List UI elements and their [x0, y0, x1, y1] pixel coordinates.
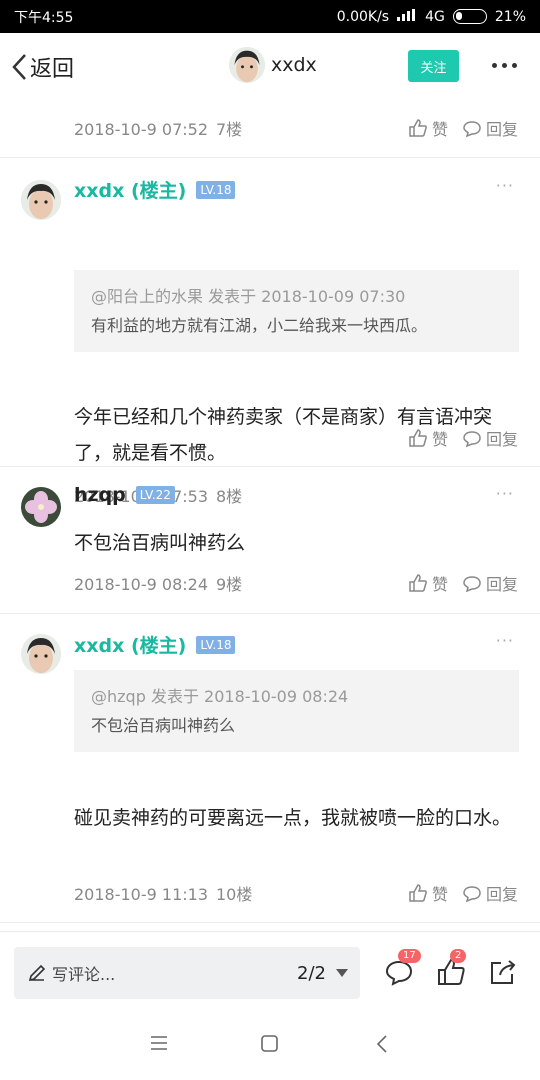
menu-icon[interactable]: [150, 1035, 168, 1055]
comment-input[interactable]: 写评论... 2/2: [14, 947, 360, 999]
level-badge: LV.22: [135, 486, 175, 504]
post-meta: 2018-10-9 11:13 10楼: [74, 881, 252, 905]
post-header: xxdx (楼主) LV.18: [74, 631, 236, 658]
reply-label: 回复: [485, 885, 518, 904]
network-type: 4G: [425, 8, 445, 25]
reply-label: 回复: [485, 430, 518, 449]
comment-icon: [463, 886, 481, 903]
reply-label: 回复: [485, 575, 518, 594]
status-icons: 0.00K/s 4G 21%: [336, 8, 526, 25]
post-actions: 赞 回复: [408, 426, 518, 450]
thumbs-up-icon: [409, 119, 427, 137]
level-badge: LV.18: [196, 180, 236, 199]
back-button[interactable]: 返回: [0, 51, 74, 83]
thumbs-up-icon: [409, 429, 427, 447]
post-actions: 赞 回复: [408, 881, 518, 905]
post-header: hzqp LV.22: [74, 484, 175, 506]
post-body: 碰见卖神药的可要离远一点，我就被喷一脸的口水。: [74, 807, 512, 829]
post-floor: 10楼: [216, 885, 253, 904]
reply-label: 回复: [485, 120, 518, 139]
thumbs-up-icon: [409, 574, 427, 592]
post-author[interactable]: hzqp: [74, 484, 126, 506]
post-date: 2018-10-9 11:13: [74, 885, 208, 904]
like-label: 赞: [431, 430, 448, 449]
reply-button[interactable]: 回复: [462, 116, 518, 140]
pencil-icon: [28, 964, 46, 982]
comment-icon: [463, 121, 481, 138]
post-more-icon[interactable]: ···: [496, 176, 514, 195]
user-avatar: [229, 47, 265, 83]
post-more-icon[interactable]: ···: [496, 484, 514, 503]
net-speed: 0.00K/s: [336, 8, 390, 25]
follow-button[interactable]: 关注: [408, 50, 459, 82]
nav-bar: 返回 xxdx 关注: [0, 33, 540, 101]
post-avatar[interactable]: [21, 487, 61, 527]
nav-user[interactable]: xxdx: [229, 47, 317, 83]
post-author[interactable]: xxdx (楼主): [74, 631, 186, 658]
reply-button[interactable]: 回复: [462, 426, 518, 450]
post-avatar[interactable]: [21, 180, 61, 220]
share-icon: [491, 960, 516, 984]
back-nav-icon[interactable]: [376, 1035, 388, 1057]
level-badge: LV.18: [196, 635, 236, 654]
like-label: 赞: [431, 885, 448, 904]
like-label: 赞: [431, 120, 448, 139]
quote-body: 不包治百病叫神药么: [91, 716, 236, 735]
status-bar: 下午4:55 0.00K/s 4G 21%: [0, 0, 540, 33]
quote-block: @hzqp 发表于 2018-10-09 08:24 不包治百病叫神药么: [74, 670, 519, 752]
like-button[interactable]: 赞: [408, 881, 448, 905]
post-floor-9: hzqp LV.22 ··· 不包治百病叫神药么 2018-10-9 08:24…: [0, 467, 540, 614]
battery-icon: [452, 9, 487, 24]
post-body: 不包治百病叫神药么: [74, 532, 246, 554]
post-floor-8: xxdx (楼主) LV.18 ··· @阳台上的水果 发表于 2018-10-…: [0, 158, 540, 506]
like-button[interactable]: 赞: [408, 426, 448, 450]
post-author[interactable]: xxdx (楼主): [74, 176, 186, 203]
quote-block: @阳台上的水果 发表于 2018-10-09 07:30 有利益的地方就有江湖，…: [74, 270, 519, 352]
post-date: 2018-10-9 07:52: [74, 120, 208, 139]
comment-icon: [463, 431, 481, 448]
more-icon[interactable]: [492, 63, 517, 68]
floor-7-footer: 2018-10-9 07:52 7楼 赞 回复: [0, 101, 540, 158]
post-date: 2018-10-9 08:24: [74, 575, 208, 594]
back-label: 返回: [30, 57, 75, 82]
like-count-badge: 2: [450, 949, 467, 963]
caret-down-icon[interactable]: [336, 969, 348, 977]
post-meta: 2018-10-9 08:24 9楼: [74, 571, 242, 595]
post-header: xxdx (楼主) LV.18: [74, 176, 236, 203]
post-floor: 9楼: [216, 575, 243, 594]
post-floor-10: xxdx (楼主) LV.18 ··· @hzqp 发表于 2018-10-09…: [0, 614, 540, 923]
quote-body: 有利益的地方就有江湖，小二给我来一块西瓜。: [91, 316, 428, 335]
reply-button[interactable]: 回复: [462, 571, 518, 595]
quote-header: @hzqp 发表于 2018-10-09 08:24: [91, 687, 349, 706]
post-list: 2018-10-9 07:52 7楼 赞 回复 xxdx (楼主) LV.18 ·…: [0, 101, 540, 931]
system-nav-bar: [0, 1011, 540, 1080]
post-meta: 2018-10-9 07:52 7楼: [74, 116, 242, 140]
bottom-bar: 写评论... 2/2 17 2: [0, 931, 540, 1011]
like-post-button[interactable]: 2: [436, 949, 467, 987]
chevron-left-icon: [12, 54, 26, 80]
post-more-icon[interactable]: ···: [496, 631, 514, 650]
clock: 下午4:55: [14, 9, 74, 26]
like-label: 赞: [431, 575, 448, 594]
page-indicator[interactable]: 2/2: [297, 963, 326, 984]
quote-header: @阳台上的水果 发表于 2018-10-09 07:30: [91, 287, 406, 306]
post-actions: 赞 回复: [408, 571, 518, 595]
comment-count-badge: 17: [398, 949, 421, 963]
comment-icon: [463, 576, 481, 593]
reply-button[interactable]: 回复: [462, 881, 518, 905]
battery-percent: 21%: [494, 8, 526, 25]
like-button[interactable]: 赞: [408, 571, 448, 595]
comment-placeholder: 写评论...: [52, 965, 116, 984]
signal-icon: [397, 8, 417, 25]
like-button[interactable]: 赞: [408, 116, 448, 140]
post-avatar[interactable]: [21, 634, 61, 674]
post-actions: 赞 回复: [408, 116, 518, 140]
home-icon[interactable]: [261, 1035, 278, 1056]
post-floor: 7楼: [216, 120, 243, 139]
comments-button[interactable]: 17: [384, 949, 421, 987]
nav-username: xxdx: [271, 54, 317, 76]
share-button[interactable]: [488, 957, 518, 987]
thumbs-up-icon: [409, 884, 427, 902]
